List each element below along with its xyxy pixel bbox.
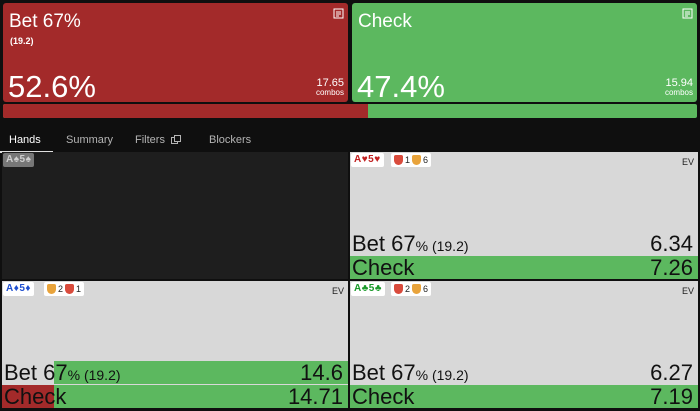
check-action-title: Check <box>358 11 412 32</box>
check-ev-label: Check <box>352 255 415 279</box>
hand-cell-a5-hearts[interactable]: A♥5♥ 1 6 EV Bet 67% (19.2) 6.34 Check 7.… <box>350 152 698 279</box>
hand-label: A♦5♦ <box>3 282 35 296</box>
bet-frequency: 52.6% <box>8 69 96 104</box>
card-rank: A <box>354 154 362 165</box>
document-icon[interactable] <box>333 8 344 19</box>
blocker-count-red: 1 <box>76 284 82 294</box>
blockers-badge: 2 6 <box>391 282 432 296</box>
bet-ev-value: 6.34 <box>650 231 693 256</box>
bet-ev-label: Bet 67% (19.2) <box>4 360 121 385</box>
heart-suit-icon: ♥ <box>374 154 381 165</box>
check-ev-row: Check 7.26 <box>350 255 698 279</box>
hand-label: A♥5♥ <box>351 153 384 167</box>
bet-frequency-fill <box>3 104 369 118</box>
spade-suit-icon: ♠ <box>25 154 32 165</box>
shield-icon <box>412 155 422 165</box>
hand-cell-a5-diamonds[interactable]: A♦5♦ 2 1 EV Bet 67% (19.2) 14.6 Check 14… <box>2 281 348 408</box>
bet-ev-row: Bet 67% (19.2) 6.34 <box>350 231 698 256</box>
shield-icon <box>47 284 56 294</box>
bet-ev-value: 14.6 <box>300 360 343 385</box>
bet-ev-label: Bet 67% (19.2) <box>352 231 469 256</box>
document-icon[interactable] <box>682 8 693 19</box>
tab-blockers[interactable]: Blockers <box>209 128 251 152</box>
view-tabs: Hands Summary Filters Blockers <box>0 128 700 153</box>
check-ev-value: 7.26 <box>650 255 693 279</box>
tab-filters[interactable]: Filters <box>135 128 165 152</box>
hand-cell-a5-clubs[interactable]: A♣5♣ 2 6 EV Bet 67% (19.2) 6.27 Check 7.… <box>350 281 698 408</box>
bet-combos-label: combos <box>315 88 344 97</box>
blocker-count-orange: 2 <box>58 284 64 294</box>
check-ev-row: Check 14.71 <box>2 384 348 408</box>
blocker-count-red: 1 <box>405 155 411 165</box>
bet-ev-row: Bet 67% (19.2) 14.6 <box>2 360 348 385</box>
card-rank: A <box>354 283 362 294</box>
hand-label: A♠5♠ <box>3 153 35 167</box>
bet-action-card[interactable]: Bet 67% (19.2) 52.6% 17.65 combos <box>3 3 348 104</box>
check-ev-label: Check <box>4 384 67 408</box>
bet-ev-value: 6.27 <box>650 360 693 385</box>
ev-label: EV <box>681 157 694 167</box>
hand-label: A♣5♣ <box>351 282 385 296</box>
blockers-badge: 1 6 <box>391 153 432 167</box>
bet-combos-number: 17.65 <box>316 77 344 89</box>
check-frequency: 47.4% <box>357 69 445 104</box>
check-combos-number: 15.94 <box>665 77 693 89</box>
hand-cell-a5-spades[interactable]: A♠5♠ <box>2 152 348 279</box>
tab-summary[interactable]: Summary <box>66 128 113 152</box>
card-rank: A <box>6 283 14 294</box>
bet-ev-label: Bet 67% (19.2) <box>352 360 469 385</box>
club-suit-icon: ♣ <box>361 283 369 294</box>
shield-icon <box>412 284 422 294</box>
check-ev-label: Check <box>352 384 415 408</box>
shield-icon <box>65 284 75 294</box>
tab-hands[interactable]: Hands <box>0 128 53 153</box>
action-frequency-bar <box>3 104 697 118</box>
diamond-suit-icon: ♦ <box>25 283 32 294</box>
shield-icon <box>394 155 403 165</box>
bet-sizing-label: (19.2) <box>10 36 34 46</box>
blockers-badge: 2 1 <box>44 282 85 296</box>
blocker-count-red: 2 <box>405 284 411 294</box>
ev-label: EV <box>331 286 344 296</box>
check-ev-row: Check 7.19 <box>350 384 698 408</box>
ev-label: EV <box>681 286 694 296</box>
shield-icon <box>394 284 403 294</box>
check-action-card[interactable]: Check 47.4% 15.94 combos <box>352 3 697 104</box>
check-ev-value: 14.71 <box>287 384 343 408</box>
bet-action-title: Bet 67% <box>9 11 81 32</box>
blocker-count-orange: 6 <box>423 284 429 294</box>
bet-combos: 17.65 combos <box>316 78 344 98</box>
check-ev-value: 7.19 <box>650 384 693 408</box>
copy-icon[interactable] <box>171 135 181 145</box>
card-rank: A <box>6 154 14 165</box>
blocker-count-orange: 6 <box>423 155 429 165</box>
check-combos: 15.94 combos <box>665 78 693 98</box>
bet-ev-row: Bet 67% (19.2) 6.27 <box>350 360 698 385</box>
club-suit-icon: ♣ <box>374 283 382 294</box>
check-combos-label: combos <box>664 88 693 97</box>
